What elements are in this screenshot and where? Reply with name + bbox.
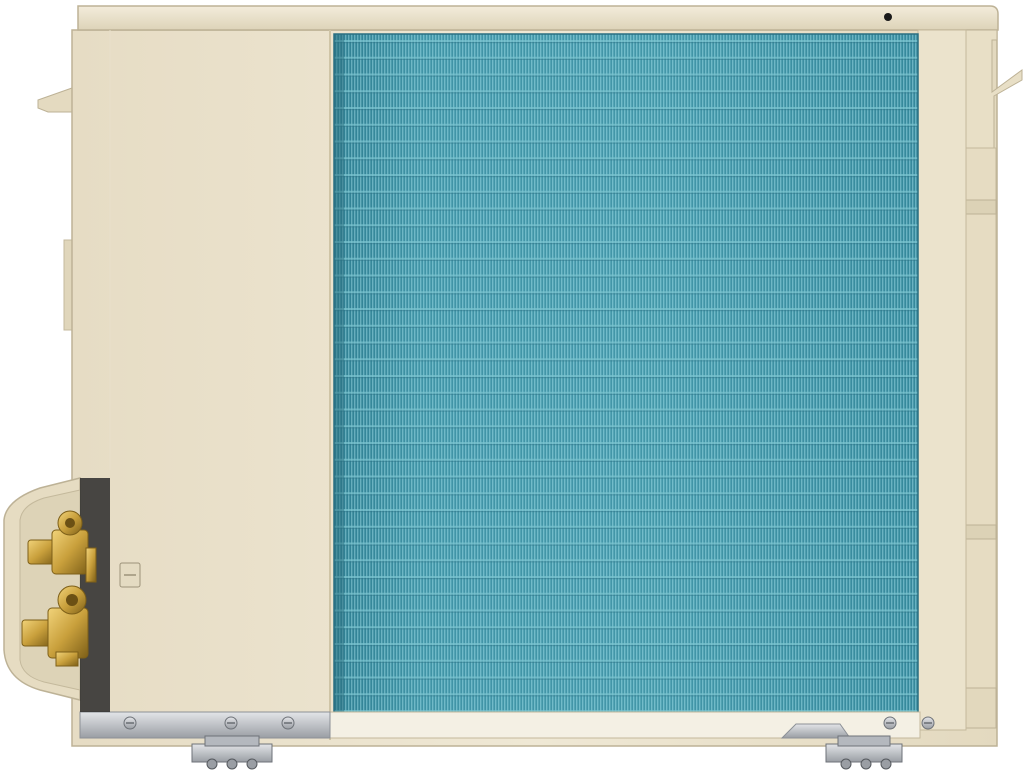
coil-row [334,308,918,310]
coil-row-shadow [334,58,918,60]
coil-row-shadow [334,578,918,580]
coil-row [334,90,918,93]
top-hole-icon [884,13,892,21]
coil-row [334,375,918,377]
coil-row [334,207,918,210]
coil-row [334,693,918,696]
base-rail [79,711,921,739]
screw-icon [281,716,295,730]
coil-row [334,241,918,243]
coil-row-shadow [334,92,918,94]
coil-row-shadow [334,42,918,44]
coil-row-shadow [334,444,918,446]
coil-row [334,341,918,344]
coil-row [334,542,918,545]
coil-row [334,626,918,629]
coil-row [334,123,918,126]
coil-row [334,324,918,327]
condenser-coil [333,33,919,715]
coil-row [334,643,918,645]
coil-row [334,257,918,260]
coil-row-shadow [334,628,918,630]
coil-row [334,40,918,42]
coil-row-shadow [334,427,918,429]
coil-row-shadow [334,678,918,680]
screw-icon [123,716,137,730]
coil-row-shadow [334,460,918,462]
right-side-rail [917,29,1023,731]
coil-row [334,525,918,528]
screw-icon [921,716,935,730]
coil-row [334,107,918,109]
coil-row-shadow [334,310,918,312]
unit-drawing [3,5,1023,770]
coil-row [334,442,918,444]
coil-row-shadow [334,611,918,613]
coil-row [334,190,918,193]
coil-row-shadow [334,645,918,647]
coil-row-shadow [334,594,918,596]
coil-row [334,391,918,394]
coil-row-shadow [334,142,918,144]
coil-row-shadow [334,377,918,379]
coil-row-shadow [334,75,918,77]
coil-row-shadow [334,360,918,362]
coil-row [334,174,918,176]
coil-row [334,140,918,143]
coil-row [334,224,918,227]
coil-row [334,475,918,478]
coil-row [334,458,918,461]
coil-row-shadow [334,494,918,496]
coil-row-shadow [334,527,918,529]
panel-latch [119,562,141,588]
coil-row-shadow [334,176,918,178]
coil-row-shadow [334,410,918,412]
coil-row [334,274,918,277]
coil-row-shadow [334,259,918,261]
coil-row [334,592,918,595]
coil-row-shadow [334,293,918,295]
coil-row [334,492,918,495]
coil-row-shadow [334,192,918,194]
coil-row-shadow [334,125,918,127]
coil-row-shadow [334,544,918,546]
coil-row [334,676,918,679]
coil-row-shadow [334,109,918,111]
service-valve-bay [3,477,110,712]
screw-icon [883,716,897,730]
coil-row-shadow [334,695,918,697]
coil-row [334,609,918,612]
coil-row-shadow [334,159,918,161]
coil-row [334,576,918,578]
coil-row [334,157,918,160]
coil-row [334,408,918,411]
coil-row-shadow [334,243,918,245]
screw-icon [224,716,238,730]
coil-row-shadow [334,477,918,479]
coil-row [334,509,918,511]
ac-outdoor-unit-illustration [0,0,1024,771]
coil-row [334,56,918,59]
left-mount-bracket [37,87,73,331]
coil-row [334,73,918,76]
coil-row-shadow [334,511,918,513]
coil-row-shadow [334,326,918,328]
coil-row [334,358,918,361]
coil-row-shadow [334,343,918,345]
coil-row-shadow [334,561,918,563]
coil-row-shadow [334,276,918,278]
coil-row [334,659,918,662]
coil-row [334,425,918,428]
coil-row-shadow [334,393,918,395]
coil-row-shadow [334,209,918,211]
coil-row-shadow [334,226,918,228]
coil-row [334,291,918,294]
coil-row-shadow [334,661,918,663]
coil-row [334,559,918,562]
